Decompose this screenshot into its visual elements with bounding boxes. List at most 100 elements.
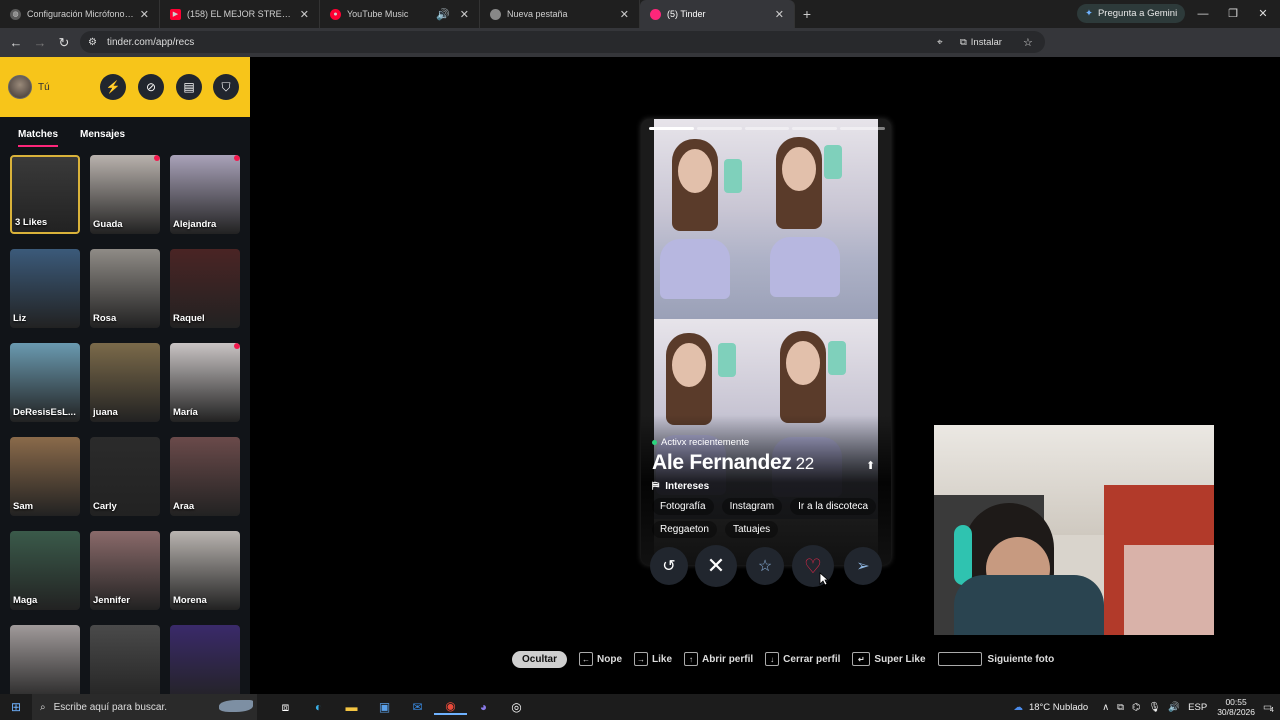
match-name: Maga <box>13 595 38 606</box>
matches-grid: 3 Likes Guada Alejandra Liz Rosa Raquel DeResi… <box>10 155 240 694</box>
taskbar-search[interactable]: ⌕ Escribe aquí para buscar. <box>32 694 257 720</box>
back-icon[interactable]: ← <box>4 35 28 50</box>
hide-shortcuts-button[interactable]: Ocultar <box>512 650 568 668</box>
restore-button[interactable]: ❐ <box>1218 0 1248 28</box>
nope-button[interactable]: ✕ <box>695 545 737 587</box>
photo-progress <box>649 127 885 130</box>
likes-tile[interactable]: 3 Likes <box>10 155 80 234</box>
user-label[interactable]: Tú <box>38 82 50 93</box>
open-profile-arrow-icon[interactable]: ⬆ <box>866 459 875 472</box>
tab-youtube-music[interactable]: ● YouTube Music 🔊 ✕ <box>320 0 480 28</box>
action-buttons: ↺ ✕ ☆ ♡ ➢ <box>650 545 890 589</box>
photo-progress-segment[interactable] <box>744 127 790 130</box>
clock-date: 30/8/2026 <box>1217 707 1256 717</box>
close-window-button[interactable]: ✕ <box>1248 0 1278 28</box>
interests-icon: ⛿ <box>652 481 660 492</box>
photo-progress-segment[interactable] <box>649 127 694 130</box>
install-label: Instalar <box>970 36 1002 48</box>
gemini-button[interactable]: ✦ Pregunta a Gemini <box>1077 4 1186 23</box>
close-icon[interactable]: ✕ <box>300 8 309 21</box>
shortcut-super: ↵ Super Like <box>852 652 926 666</box>
discord-icon[interactable]: ◕ <box>467 700 500 714</box>
match-tile[interactable]: Alejandra <box>170 155 240 234</box>
close-icon[interactable]: ✕ <box>460 8 469 21</box>
tab-tinder[interactable]: (5) Tinder ✕ <box>640 0 795 28</box>
match-tile[interactable]: Guada <box>90 155 160 234</box>
file-explorer-icon[interactable]: ▬ <box>335 700 368 714</box>
match-tile[interactable]: Jennifer <box>90 531 160 610</box>
tray-chevron-icon[interactable]: ∧ <box>1102 702 1109 713</box>
windows-start-icon[interactable]: ⊞ <box>0 700 32 714</box>
match-tile[interactable]: Morena <box>170 531 240 610</box>
mail-icon[interactable]: ✉ <box>401 700 434 714</box>
url-text[interactable]: tinder.com/app/recs <box>107 37 194 48</box>
match-tile[interactable]: Araa <box>170 437 240 516</box>
bookmark-star-icon[interactable]: ☆ <box>1023 36 1033 49</box>
tray-app-icon[interactable]: ⧉ <box>1117 702 1124 713</box>
close-icon[interactable]: ✕ <box>775 8 784 21</box>
photo-progress-segment[interactable] <box>696 127 742 130</box>
omnibox[interactable]: ⚙ tinder.com/app/recs ⌖ ⧉ Instalar ☆ <box>80 31 1045 53</box>
match-tile[interactable]: Carly <box>90 437 160 516</box>
network-icon[interactable]: ⌬ <box>1132 702 1140 713</box>
task-view-icon[interactable]: ⧈ <box>269 700 302 715</box>
shortcut-label: Super Like <box>874 653 926 665</box>
explore-compass-icon[interactable]: ⊘ <box>138 74 164 100</box>
edge-icon[interactable]: ◐ <box>302 700 335 714</box>
location-icon[interactable]: ⌖ <box>937 37 943 48</box>
avatar[interactable] <box>8 75 32 99</box>
match-tile[interactable] <box>10 625 80 694</box>
shortcut-nope: ← Nope <box>579 652 622 666</box>
shortcut-label: Siguiente foto <box>987 653 1055 665</box>
minimize-button[interactable]: — <box>1188 0 1218 28</box>
briefcase-icon[interactable]: ▤ <box>176 74 202 100</box>
boost-send-button[interactable]: ➢ <box>844 547 882 585</box>
match-tile[interactable]: Liz <box>10 249 80 328</box>
match-tile[interactable]: Maga <box>10 531 80 610</box>
match-tile[interactable] <box>170 625 240 694</box>
notifications-icon[interactable]: ▭ 4 <box>1263 702 1274 714</box>
chrome-taskbar-icon[interactable]: ◉ <box>434 699 467 715</box>
profile-card[interactable]: Activx recientemente Ale Fernandez 22 ⬆ ⛿… <box>641 119 891 565</box>
match-name: DeResisEsL... <box>13 407 76 418</box>
store-icon[interactable]: ▣ <box>368 700 401 714</box>
speaker-icon[interactable]: 🔊 <box>436 8 450 21</box>
install-button[interactable]: ⧉ Instalar <box>960 37 1002 48</box>
rewind-button[interactable]: ↺ <box>650 547 688 585</box>
new-match-dot-icon <box>234 155 240 161</box>
new-tab-button[interactable]: + <box>795 0 819 28</box>
close-icon[interactable]: ✕ <box>140 8 149 21</box>
match-tile[interactable]: DeResisEsL... <box>10 343 80 422</box>
boost-icon[interactable]: ⚡ <box>100 74 126 100</box>
tab-messages[interactable]: Mensajes <box>80 129 125 144</box>
clock-time: 00:55 <box>1225 697 1247 707</box>
tinder-flame-icon <box>650 8 661 20</box>
photo-progress-segment[interactable] <box>792 127 838 130</box>
volume-icon[interactable]: 🔊 <box>1168 702 1180 713</box>
obs-icon[interactable]: ◎ <box>500 700 533 714</box>
photo-progress-segment[interactable] <box>840 127 885 130</box>
language-indicator[interactable]: ESP <box>1188 702 1207 713</box>
clock[interactable]: 00:55 30/8/2026 <box>1217 697 1255 717</box>
tab-new[interactable]: Nueva pestaña ✕ <box>480 0 640 28</box>
weather-widget[interactable]: ☁ 18°C Nublado <box>1013 702 1088 713</box>
shield-icon[interactable]: ⛉ <box>213 74 239 100</box>
match-tile[interactable]: María <box>170 343 240 422</box>
gemini-star-icon: ✦ <box>1085 8 1093 19</box>
match-tile[interactable] <box>90 625 160 694</box>
site-info-icon[interactable]: ⚙ <box>88 37 97 48</box>
tab-obs[interactable]: ◍ Configuración Micrófono OBS ✕ <box>0 0 160 28</box>
match-tile[interactable]: Rosa <box>90 249 160 328</box>
match-tile[interactable]: Raquel <box>170 249 240 328</box>
super-like-button[interactable]: ☆ <box>746 547 784 585</box>
match-tile[interactable]: juana <box>90 343 160 422</box>
match-tile[interactable]: Sam <box>10 437 80 516</box>
microphone-icon[interactable]: 🎙 <box>1148 702 1160 713</box>
forward-icon[interactable]: → <box>28 35 52 50</box>
tab-stream[interactable]: ▶ (158) EL MEJOR STREAM BOLIC ✕ <box>160 0 320 28</box>
close-icon[interactable]: ✕ <box>620 8 629 21</box>
youtube-icon: ▶ <box>170 8 181 20</box>
reload-icon[interactable]: ↻ <box>52 35 76 51</box>
tab-matches[interactable]: Matches <box>18 129 59 147</box>
youtube-music-icon: ● <box>330 8 341 20</box>
